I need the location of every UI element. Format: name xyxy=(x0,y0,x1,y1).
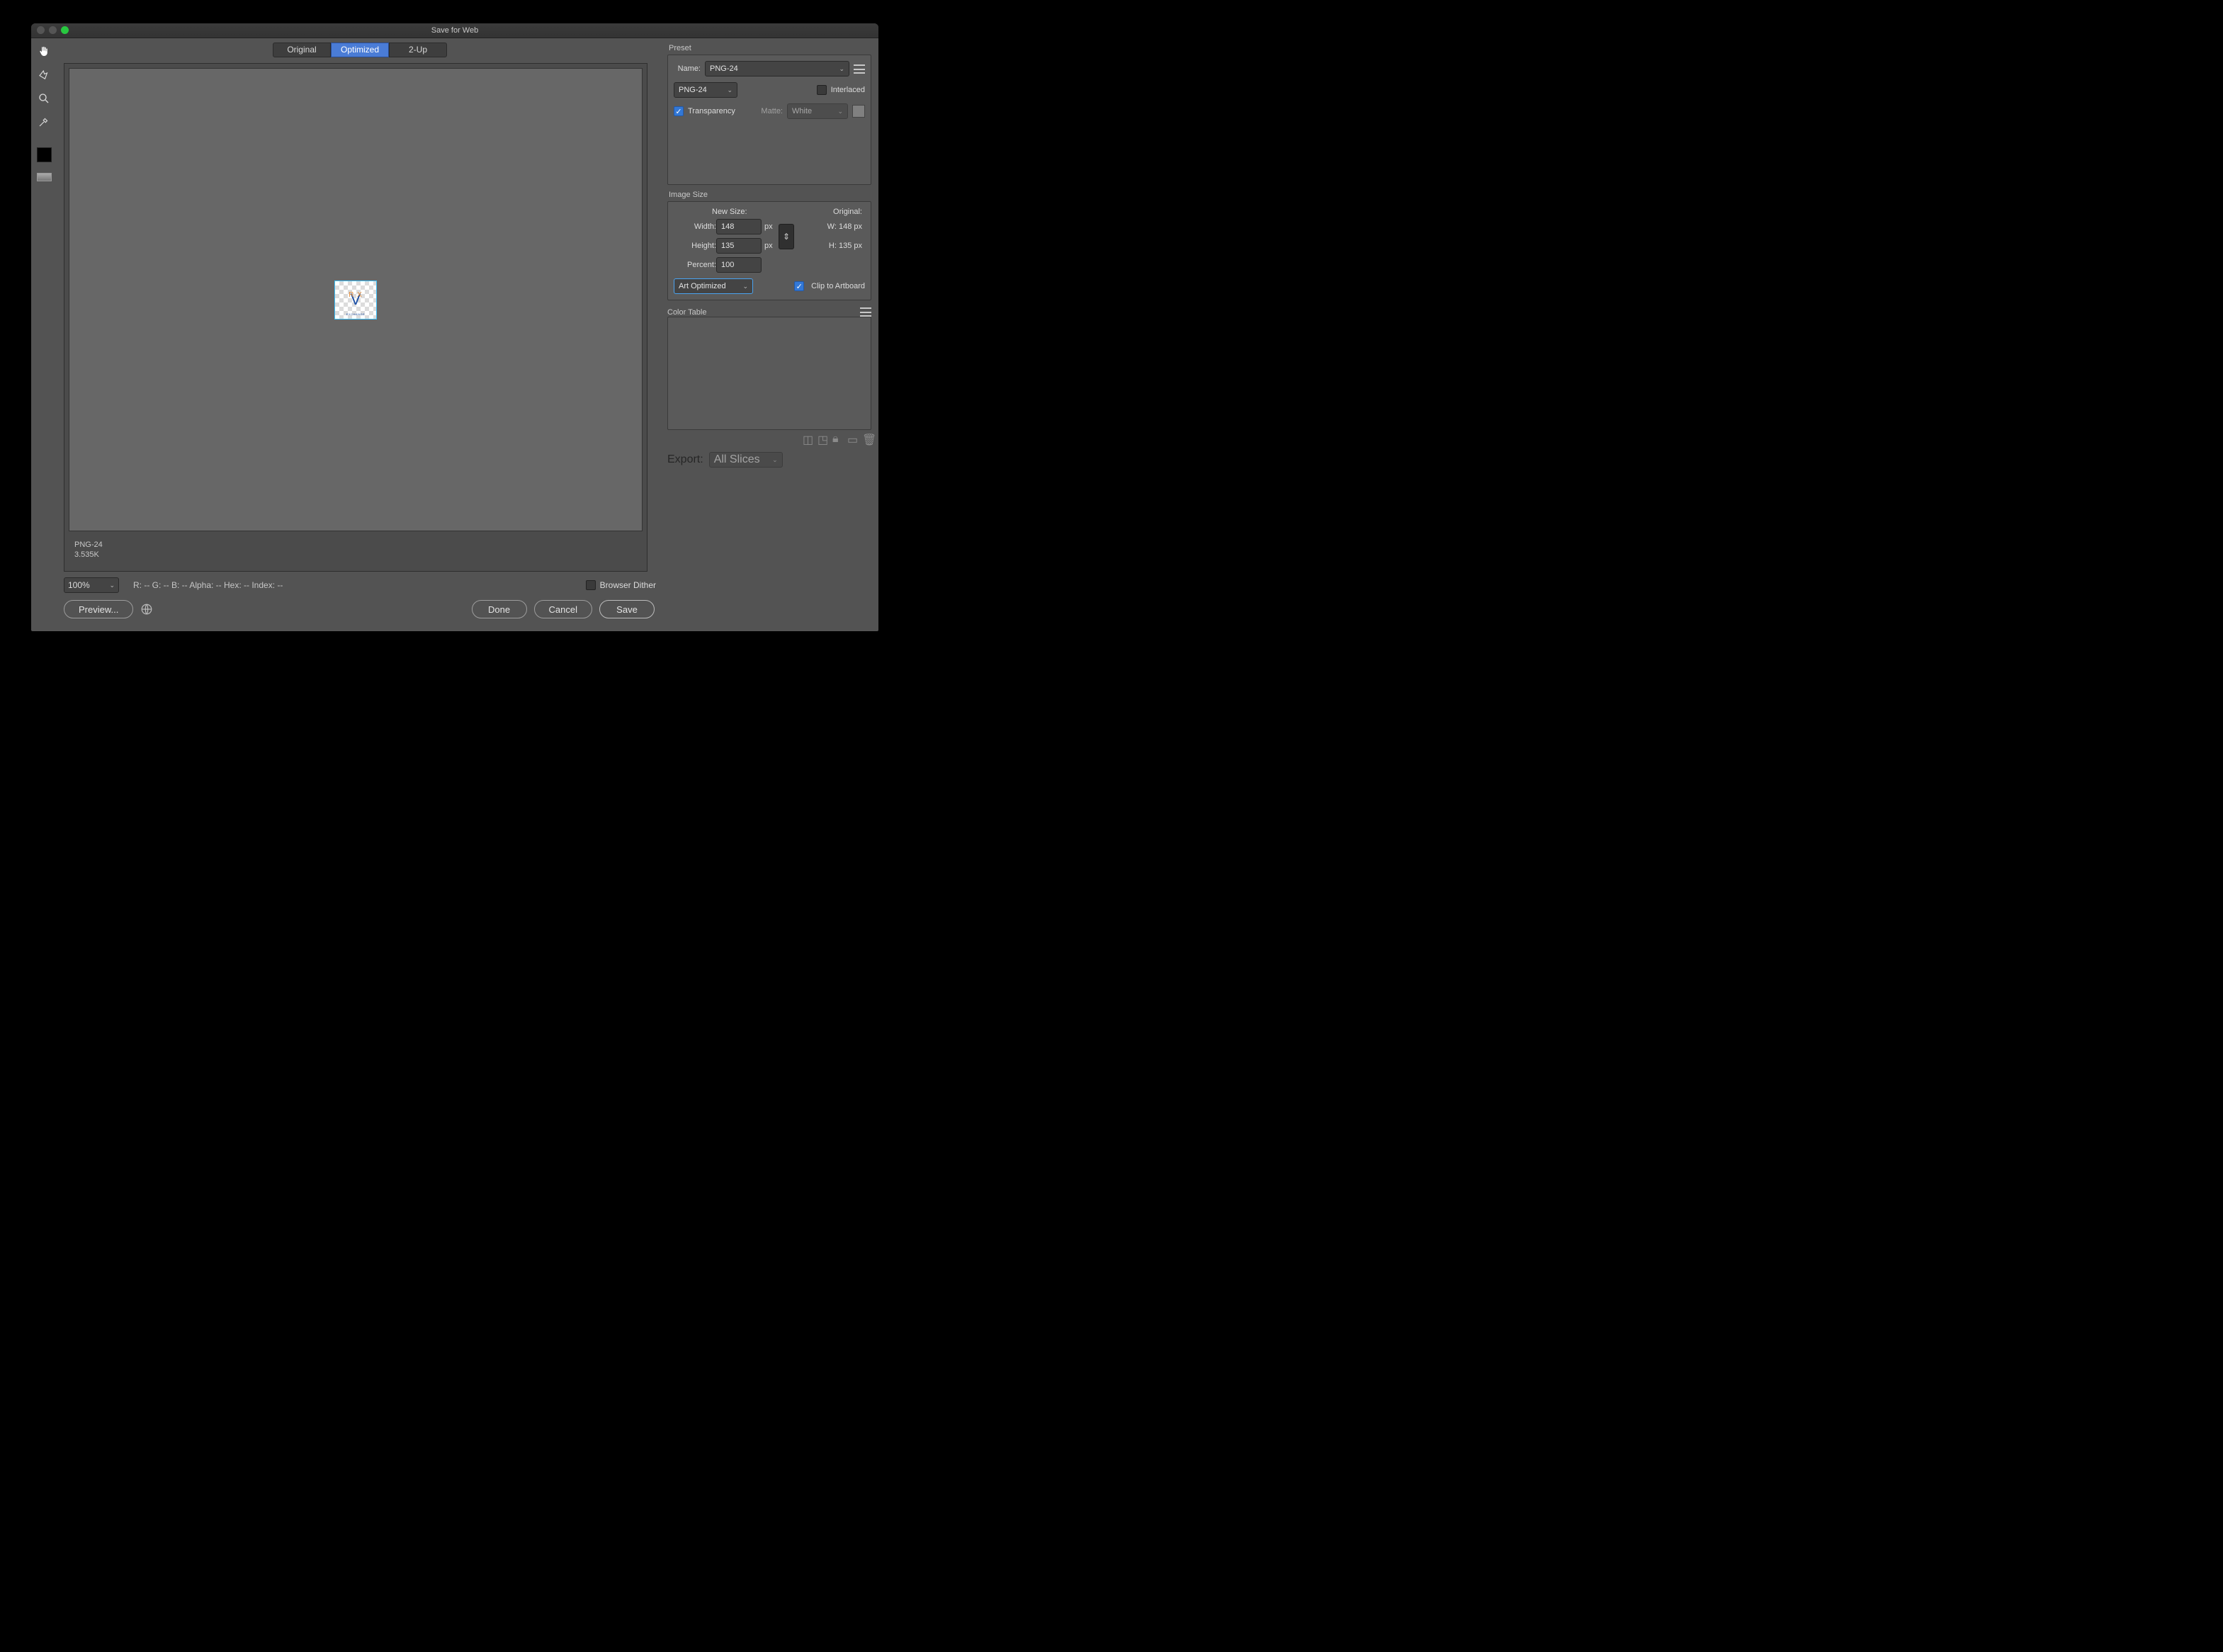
preset-section-label: Preset xyxy=(669,44,871,52)
color-table-section-label: Color Table xyxy=(667,308,706,317)
transparency-checkbox[interactable]: ✓ xyxy=(674,106,684,116)
export-label: Export: xyxy=(667,453,703,466)
lock-color-icon: 🔒︎ xyxy=(832,433,842,442)
matte-value: White xyxy=(792,107,812,115)
format-select[interactable]: PNG-24 ⌄ xyxy=(674,82,737,98)
matte-select: White ⌄ xyxy=(787,103,848,119)
percent-label: Percent: xyxy=(674,261,716,269)
image-size-panel: New Size: Original: Width: 148 px ⇕ W: 1… xyxy=(667,201,871,300)
toolbar xyxy=(31,38,57,631)
delete-color-icon: 🗑︎ xyxy=(862,433,871,442)
px-unit: px xyxy=(764,222,779,231)
constrain-proportions-icon[interactable]: ⇕ xyxy=(779,224,794,249)
zoom-dot[interactable] xyxy=(61,26,69,34)
save-button[interactable]: Save xyxy=(599,600,655,618)
zoom-tool-icon[interactable] xyxy=(35,91,52,106)
chevron-down-icon: ⌄ xyxy=(109,582,115,589)
chevron-down-icon: ⌄ xyxy=(742,283,748,290)
browser-dither-label: Browser Dither xyxy=(600,580,656,590)
hand-tool-icon[interactable] xyxy=(35,44,52,60)
snap-web-icon: ◫ xyxy=(803,433,812,442)
preset-name-select[interactable]: PNG-24 ⌄ xyxy=(705,61,849,77)
preview-button[interactable]: Preview... xyxy=(64,600,133,618)
close-dot[interactable] xyxy=(37,26,45,34)
export-value: All Slices xyxy=(714,453,760,466)
dialog-window: Save for Web Original Optimized xyxy=(31,23,878,631)
height-label: Height: xyxy=(674,242,716,250)
window-title: Save for Web xyxy=(31,23,878,38)
preview-canvas[interactable]: V R X EXCHANGE xyxy=(69,68,643,531)
px-unit: px xyxy=(764,242,779,250)
clip-artboard-label: Clip to Artboard xyxy=(811,282,865,290)
interlaced-checkbox[interactable] xyxy=(817,85,827,95)
eyedropper-tool-icon[interactable] xyxy=(35,114,52,130)
window-controls xyxy=(37,26,69,34)
zoom-select[interactable]: 100% ⌄ xyxy=(64,577,119,593)
preview-frame: V R X EXCHANGE PNG-24 3.535K xyxy=(64,63,647,572)
cancel-button[interactable]: Cancel xyxy=(534,600,592,618)
logo-rx: R X xyxy=(349,291,363,299)
matte-label: Matte: xyxy=(761,107,783,115)
eyedropper-color-swatch[interactable] xyxy=(37,147,52,162)
orig-width: W: 148 px xyxy=(800,222,865,231)
artwork-thumbnail: V R X EXCHANGE xyxy=(334,281,377,319)
original-header: Original: xyxy=(833,208,862,216)
chevron-down-icon: ⌄ xyxy=(727,86,732,94)
orig-height: H: 135 px xyxy=(800,242,865,250)
percent-input[interactable]: 100 xyxy=(716,257,762,273)
slice-visibility-toggle-icon[interactable] xyxy=(37,173,52,181)
transparency-label: Transparency xyxy=(688,107,735,115)
min-dot[interactable] xyxy=(49,26,57,34)
slice-select-tool-icon[interactable] xyxy=(35,67,52,83)
preview-format: PNG-24 xyxy=(74,540,103,550)
done-button[interactable]: Done xyxy=(472,600,527,618)
tab-2up[interactable]: 2-Up xyxy=(389,43,447,57)
logo-exchange: EXCHANGE xyxy=(346,312,365,316)
color-table-box xyxy=(667,317,871,430)
width-label: Width: xyxy=(674,222,716,231)
titlebar: Save for Web xyxy=(31,23,878,38)
preset-panel: Name: PNG-24 ⌄ PNG-24 ⌄ Interlaced xyxy=(667,55,871,185)
preview-filesize: 3.535K xyxy=(74,550,103,560)
tab-original[interactable]: Original xyxy=(273,43,331,57)
color-table-menu-icon[interactable] xyxy=(860,307,871,317)
resample-value: Art Optimized xyxy=(679,282,726,290)
image-size-section-label: Image Size xyxy=(669,191,871,199)
preset-menu-icon[interactable] xyxy=(854,64,865,74)
chevron-down-icon: ⌄ xyxy=(837,108,843,115)
chevron-down-icon: ⌄ xyxy=(839,65,844,73)
new-size-header: New Size: xyxy=(712,208,747,216)
format-value: PNG-24 xyxy=(679,86,707,94)
preset-name-label: Name: xyxy=(674,64,701,73)
shift-web-icon: ◳ xyxy=(818,433,827,442)
tab-optimized[interactable]: Optimized xyxy=(331,43,389,57)
resample-quality-select[interactable]: Art Optimized ⌄ xyxy=(674,278,753,294)
preview-tabs: Original Optimized 2-Up xyxy=(57,40,663,59)
pixel-readout: R: -- G: -- B: -- Alpha: -- Hex: -- Inde… xyxy=(133,580,283,590)
matte-swatch xyxy=(852,105,865,118)
preview-info: PNG-24 3.535K xyxy=(74,540,103,560)
browser-preview-icon[interactable] xyxy=(140,603,153,616)
height-input[interactable]: 135 xyxy=(716,238,762,254)
width-input[interactable]: 148 xyxy=(716,219,762,234)
browser-dither-checkbox[interactable] xyxy=(586,580,596,590)
new-color-icon: ▭ xyxy=(847,433,856,442)
interlaced-label: Interlaced xyxy=(831,86,865,94)
export-select: All Slices ⌄ xyxy=(709,452,783,468)
zoom-value: 100% xyxy=(68,580,90,590)
clip-artboard-checkbox[interactable]: ✓ xyxy=(794,281,804,291)
chevron-down-icon: ⌄ xyxy=(772,456,778,464)
color-table-action-icons: ◫ ◳ 🔒︎ ▭ 🗑︎ xyxy=(667,433,871,442)
preset-name-value: PNG-24 xyxy=(710,64,738,73)
